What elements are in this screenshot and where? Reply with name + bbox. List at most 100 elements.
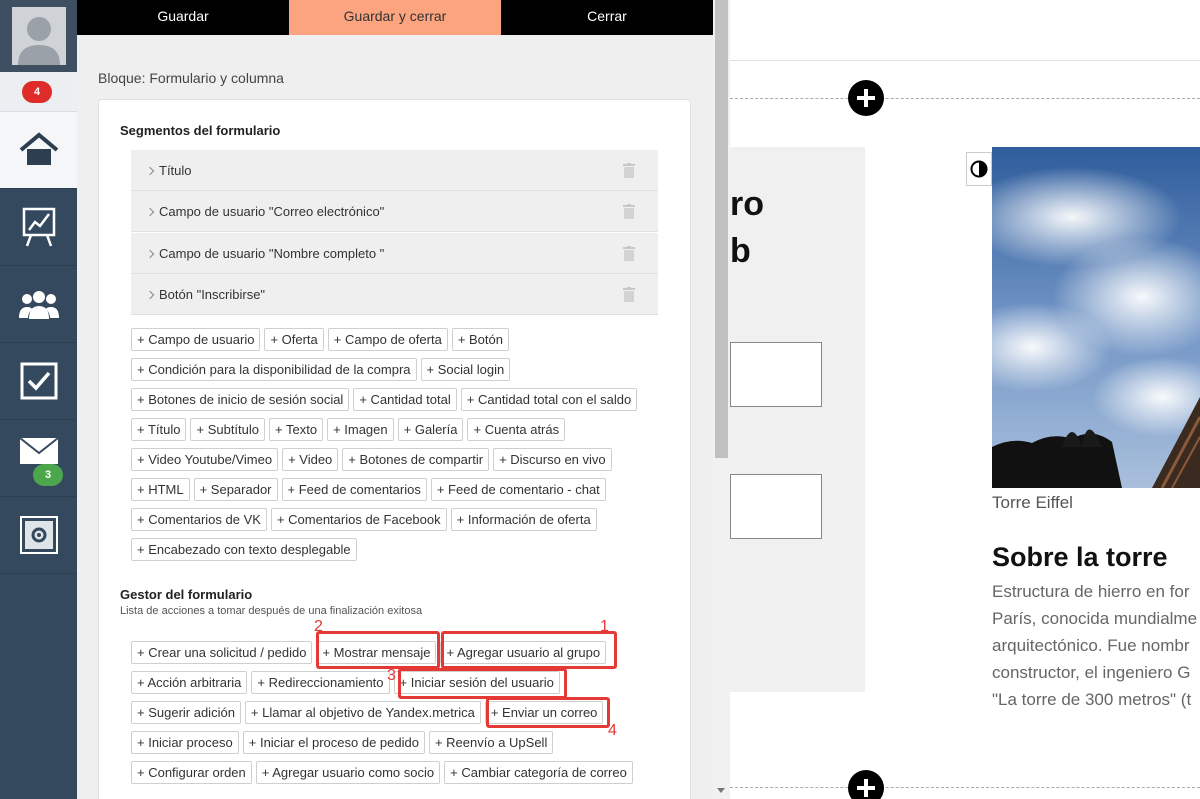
sidebar: 4 3 (0, 0, 77, 799)
add-facebook-comments-button[interactable]: + Comentarios de Facebook (270, 508, 447, 531)
form-input[interactable] (730, 474, 822, 539)
avatar[interactable] (0, 0, 77, 72)
segment-item[interactable]: Campo de usuario "Correo electrónico" (131, 191, 658, 232)
editor-panel: Guardar Guardar y cerrar Cerrar Bloque: … (77, 0, 713, 799)
segment-label: Título (159, 163, 192, 178)
add-video-button[interactable]: + Video (282, 448, 339, 471)
toolbar: Guardar Guardar y cerrar Cerrar (77, 0, 713, 35)
form-settings-card: Segmentos del formulario Título Campo de… (98, 99, 691, 799)
add-purchase-condition-button[interactable]: + Condición para la disponibilidad de la… (131, 358, 417, 381)
sidebar-item-mail[interactable] (0, 420, 77, 497)
add-countdown-button[interactable]: + Cuenta atrás (467, 418, 566, 441)
panel-scrollbar[interactable] (713, 0, 730, 799)
add-button-button[interactable]: + Botón (451, 328, 509, 351)
add-live-speech-button[interactable]: + Discurso en vivo (493, 448, 612, 471)
form-manager-subtitle: Lista de acciones a tomar después de una… (120, 605, 423, 617)
sidebar-item-users[interactable] (0, 266, 77, 343)
trash-icon[interactable] (623, 246, 635, 261)
about-text-line: Estructura de hierro en for (992, 582, 1190, 601)
add-offer-button[interactable]: + Oferta (264, 328, 324, 351)
about-text-line: "La torre de 300 metros" (t (992, 690, 1192, 709)
sidebar-item-home[interactable] (0, 112, 77, 189)
page-preview: ro b Torre Eiffel Sobre la torre Estruct… (730, 0, 1200, 799)
add-title-button[interactable]: + Título (131, 418, 187, 441)
add-offer-info-button[interactable]: + Información de oferta (450, 508, 597, 531)
about-text-line: París, conocida mundialme (992, 609, 1198, 628)
notifications-badge: 4 (22, 81, 52, 103)
add-total-amount-button[interactable]: + Cantidad total (353, 388, 457, 411)
close-button[interactable]: Cerrar (501, 0, 713, 35)
add-total-with-balance-button[interactable]: + Cantidad total con el saldo (460, 388, 638, 411)
form-column: ro b (730, 147, 865, 692)
add-subtitle-button[interactable]: + Subtítulo (190, 418, 266, 441)
save-button[interactable]: Guardar (77, 0, 289, 35)
form-heading-fragment: b (730, 232, 751, 270)
add-comments-chat-button[interactable]: + Feed de comentario - chat (430, 478, 606, 501)
marker-4: 4 (608, 722, 617, 739)
add-section-button[interactable] (848, 770, 884, 799)
add-offer-field-button[interactable]: + Campo de oferta (327, 328, 448, 351)
add-segment-chips: + Campo de usuario + Oferta + Campo de o… (131, 328, 671, 568)
sidebar-item-settings[interactable] (0, 497, 77, 574)
save-and-close-button[interactable]: Guardar y cerrar (289, 0, 501, 35)
start-order-process-button[interactable]: + Iniciar el proceso de pedido (242, 731, 425, 754)
add-collapsible-header-button[interactable]: + Encabezado con texto desplegable (131, 538, 357, 561)
change-mail-category-button[interactable]: + Cambiar categoría de correo (444, 761, 633, 784)
add-vk-comments-button[interactable]: + Comentarios de VK (131, 508, 267, 531)
segment-label: Campo de usuario "Correo electrónico" (159, 204, 385, 219)
home-icon (19, 132, 58, 165)
scroll-down-icon[interactable] (717, 788, 725, 793)
add-text-button[interactable]: + Texto (269, 418, 324, 441)
notification-area[interactable]: 4 (0, 72, 77, 112)
eiffel-tower-photo (992, 147, 1200, 488)
add-comments-feed-button[interactable]: + Feed de comentarios (281, 478, 427, 501)
segments-title: Segmentos del formulario (120, 123, 281, 138)
segment-item[interactable]: Botón "Inscribirse" (131, 274, 658, 315)
mail-badge: 3 (33, 464, 63, 486)
segment-item[interactable]: Título (131, 150, 658, 191)
form-input[interactable] (730, 342, 822, 407)
scrollbar-thumb[interactable] (715, 0, 728, 458)
segment-item[interactable]: Campo de usuario "Nombre completo " (131, 233, 658, 274)
sidebar-item-tasks[interactable] (0, 343, 77, 420)
marker-2: 2 (314, 618, 323, 635)
add-user-as-partner-button[interactable]: + Agregar usuario como socio (255, 761, 441, 784)
add-image-button[interactable]: + Imagen (327, 418, 394, 441)
highlight-box-4 (486, 697, 610, 728)
trash-icon[interactable] (623, 204, 635, 219)
highlight-box-3 (398, 668, 567, 699)
mail-icon (18, 437, 59, 464)
form-manager-title: Gestor del formulario (120, 587, 253, 602)
trash-icon[interactable] (623, 287, 635, 302)
suggest-addition-button[interactable]: + Sugerir adición (131, 701, 241, 724)
section-divider (730, 787, 1200, 788)
add-section-button[interactable] (848, 80, 884, 116)
configure-order-button[interactable]: + Configurar orden (131, 761, 252, 784)
create-request-button[interactable]: + Crear una solicitud / pedido (131, 641, 313, 664)
marker-1: 1 (600, 618, 609, 635)
contrast-toggle[interactable] (966, 152, 992, 186)
yandex-goal-button[interactable]: + Llamar al objetivo de Yandex.metrica (244, 701, 481, 724)
sidebar-item-stats[interactable] (0, 189, 77, 266)
highlight-box-1 (441, 631, 617, 669)
add-user-field-button[interactable]: + Campo de usuario (131, 328, 261, 351)
start-process-button[interactable]: + Iniciar proceso (131, 731, 239, 754)
add-social-login-button[interactable]: + Social login (420, 358, 511, 381)
photo-caption: Torre Eiffel (992, 493, 1073, 512)
trash-icon[interactable] (623, 163, 635, 178)
add-share-buttons-button[interactable]: + Botones de compartir (342, 448, 490, 471)
arbitrary-action-button[interactable]: + Acción arbitraria (131, 671, 248, 694)
add-social-login-buttons-button[interactable]: + Botones de inicio de sesión social (131, 388, 350, 411)
chevron-right-icon (145, 249, 155, 259)
users-icon (18, 291, 59, 319)
redirect-button[interactable]: + Redireccionamiento (251, 671, 390, 694)
add-separator-button[interactable]: + Separador (193, 478, 278, 501)
divider (730, 60, 1200, 61)
add-youtube-video-button[interactable]: + Video Youtube/Vimeo (131, 448, 279, 471)
add-html-button[interactable]: + HTML (131, 478, 190, 501)
block-title: Bloque: Formulario y columna (98, 70, 284, 86)
upsell-redirect-button[interactable]: + Reenvío a UpSell (428, 731, 554, 754)
settings-icon (19, 516, 58, 554)
chevron-right-icon (145, 166, 155, 176)
add-gallery-button[interactable]: + Galería (397, 418, 464, 441)
